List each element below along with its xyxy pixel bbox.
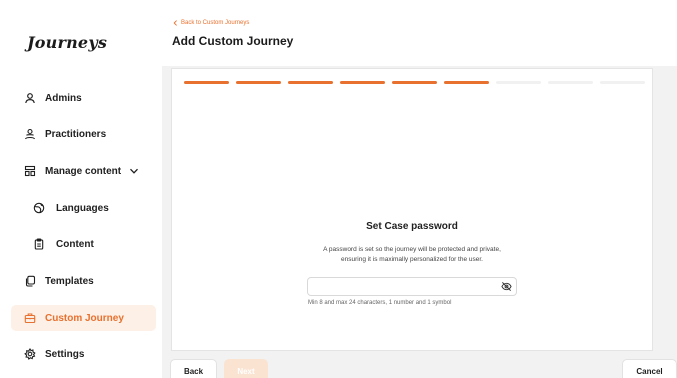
top-bar [162, 0, 677, 66]
page-title: Add Custom Journey [172, 34, 294, 48]
layout-icon [24, 165, 36, 177]
sidebar-item-label: Languages [56, 202, 109, 214]
back-to-custom-journeys-link[interactable]: Back to Custom Journeys [173, 20, 249, 26]
form-description: A password is set so the journey will be… [171, 245, 653, 265]
progress-step-pending [600, 81, 645, 84]
form-description-line: ensuring it is maximally personalized fo… [341, 256, 483, 263]
clipboard-icon [34, 238, 44, 250]
sidebar-item-manage-content[interactable]: Manage content [11, 158, 156, 184]
copy-icon [25, 275, 36, 287]
chevron-down-icon[interactable] [129, 166, 139, 176]
form-title: Set Case password [366, 221, 458, 232]
sidebar-item-label: Templates [45, 275, 94, 287]
globe-icon [33, 202, 45, 214]
sidebar-item-label: Manage content [45, 165, 122, 177]
sidebar-item-content[interactable]: Content [11, 231, 156, 257]
sidebar-item-settings[interactable]: Settings [11, 341, 156, 367]
progress-step-complete [392, 81, 437, 84]
chevron-left-icon [173, 20, 177, 26]
sidebar-item-admins[interactable]: Admins [11, 85, 156, 111]
users-icon [24, 128, 36, 140]
cancel-button[interactable]: Cancel [622, 359, 677, 378]
progress-step-complete [288, 81, 333, 84]
next-button[interactable]: Next [224, 359, 268, 378]
progress-step-complete [184, 81, 229, 84]
password-hint: Min 8 and max 24 characters, 1 number an… [308, 300, 452, 306]
gear-icon [24, 348, 36, 360]
progress-step-complete [340, 81, 385, 84]
progress-step-pending [496, 81, 541, 84]
sidebar-item-templates[interactable]: Templates [11, 268, 156, 294]
form-description-line: A password is set so the journey will be… [323, 246, 501, 253]
sidebar-item-label: Content [56, 238, 94, 250]
progress-step-complete [444, 81, 489, 84]
sidebar-item-label: Admins [45, 92, 82, 104]
wizard-card [171, 68, 653, 351]
sidebar-item-label: Settings [45, 348, 85, 360]
eye-off-icon[interactable] [501, 281, 512, 292]
back-link-label: Back to Custom Journeys [181, 20, 250, 26]
case-password-input[interactable] [307, 277, 517, 296]
back-button[interactable]: Back [170, 359, 217, 378]
app-logo: Journeys [27, 33, 108, 52]
user-icon [25, 93, 35, 104]
progress-step-pending [548, 81, 593, 84]
briefcase-icon [24, 313, 36, 324]
sidebar-item-label: Practitioners [45, 128, 107, 140]
progress-step-complete [236, 81, 281, 84]
sidebar-item-custom-journey[interactable]: Custom Journey [11, 305, 156, 331]
step-progress [184, 81, 652, 84]
sidebar-item-practitioners[interactable]: Practitioners [11, 121, 156, 147]
sidebar-item-label: Custom Journey [45, 312, 124, 324]
sidebar-item-languages[interactable]: Languages [11, 195, 156, 221]
sidebar: Journeys Admins Practitioners Manage con… [0, 0, 162, 378]
